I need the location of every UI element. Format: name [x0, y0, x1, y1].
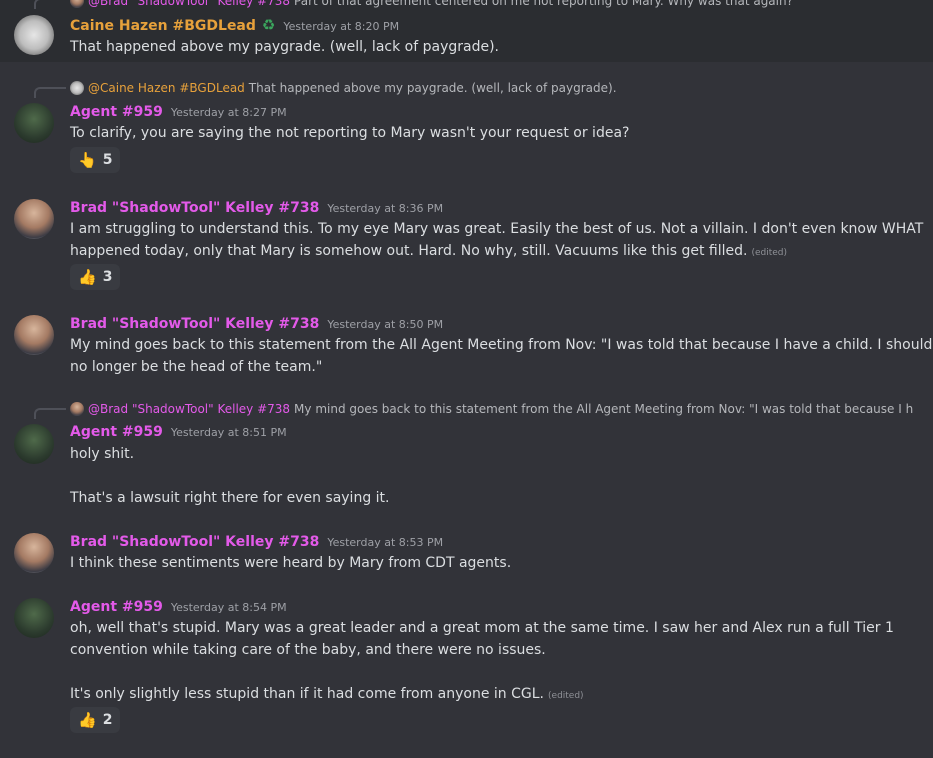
message-brad: Brad "ShadowTool" Kelley #738 Yesterday … — [0, 196, 933, 292]
edited-label: (edited) — [548, 691, 584, 701]
avatar[interactable] — [14, 315, 54, 355]
author-name[interactable]: Caine Hazen #BGDLead — [70, 18, 256, 34]
message-text-content: It's only slightly less stupid than if i… — [70, 686, 545, 702]
reply-author[interactable]: @Caine Hazen #BGDLead — [88, 81, 245, 95]
message-text: My mind goes back to this statement from… — [70, 337, 933, 353]
reply-preview[interactable]: @Caine Hazen #BGDLead That happened abov… — [70, 81, 617, 95]
author-name[interactable]: Brad "ShadowTool" Kelley #738 — [70, 200, 319, 216]
reply-preview[interactable]: @Brad "ShadowTool" Kelley #738 Part of t… — [70, 0, 793, 8]
reaction-count: 5 — [102, 152, 113, 168]
message-agent: @Caine Hazen #BGDLead That happened abov… — [0, 76, 933, 176]
author-name[interactable]: Brad "ShadowTool" Kelley #738 — [70, 316, 319, 332]
reaction-button[interactable]: 👍 3 — [70, 264, 121, 290]
message-text: I am struggling to understand this. To m… — [70, 221, 924, 237]
thumbs-up-emoji-icon: 👍 — [78, 710, 97, 729]
message-text: To clarify, you are saying the not repor… — [70, 125, 630, 141]
message-text-line2: happened today, only that Mary is someho… — [70, 240, 787, 264]
reply-connector — [34, 408, 66, 419]
reply-text: Part of that agreement centered on me no… — [294, 0, 793, 8]
timestamp: Yesterday at 8:54 PM — [170, 601, 287, 614]
message-text: oh, well that's stupid. Mary was a great… — [70, 620, 894, 636]
reply-text: That happened above my paygrade. (well, … — [248, 81, 617, 95]
message-agent: Agent #959 Yesterday at 8:54 PM oh, well… — [0, 595, 933, 745]
author-name[interactable]: Agent #959 — [70, 104, 163, 120]
reply-connector — [34, 87, 66, 98]
timestamp: Yesterday at 8:51 PM — [170, 426, 287, 439]
message-text-line3: It's only slightly less stupid than if i… — [70, 683, 584, 707]
recycle-badge-icon: ♻ — [261, 16, 276, 34]
author-name[interactable]: Brad "ShadowTool" Kelley #738 — [70, 534, 319, 550]
message-text-line2: That's a lawsuit right there for even sa… — [70, 490, 390, 506]
timestamp: Yesterday at 8:27 PM — [170, 106, 287, 119]
reply-avatar — [70, 402, 84, 416]
reply-author[interactable]: @Brad "ShadowTool" Kelley #738 — [88, 0, 290, 8]
reply-avatar — [70, 0, 84, 8]
reply-author[interactable]: @Brad "ShadowTool" Kelley #738 — [88, 402, 290, 416]
message-header: Agent #959 Yesterday at 8:54 PM — [70, 599, 287, 615]
message-caine: @Brad "ShadowTool" Kelley #738 Part of t… — [0, 0, 933, 62]
timestamp: Yesterday at 8:53 PM — [327, 536, 444, 549]
timestamp: Yesterday at 8:20 PM — [283, 20, 400, 33]
message-header: Brad "ShadowTool" Kelley #738 Yesterday … — [70, 534, 443, 550]
thumbs-up-emoji-icon: 👍 — [78, 267, 97, 286]
reply-connector — [34, 0, 66, 9]
author-name[interactable]: Agent #959 — [70, 599, 163, 615]
author-name[interactable]: Agent #959 — [70, 424, 163, 440]
timestamp: Yesterday at 8:36 PM — [327, 202, 444, 215]
message-header: Agent #959 Yesterday at 8:27 PM — [70, 104, 287, 120]
message-header: Brad "ShadowTool" Kelley #738 Yesterday … — [70, 200, 443, 216]
edited-label: (edited) — [751, 248, 788, 258]
avatar[interactable] — [14, 103, 54, 143]
reaction-count: 2 — [102, 712, 113, 728]
reply-avatar — [70, 81, 84, 95]
message-brad: Brad "ShadowTool" Kelley #738 Yesterday … — [0, 312, 933, 384]
message-text-content: happened today, only that Mary is someho… — [70, 243, 748, 259]
message-text: holy shit. — [70, 446, 135, 462]
message-text-line2: no longer be the head of the team." — [70, 359, 323, 375]
timestamp: Yesterday at 8:50 PM — [327, 318, 444, 331]
message-text-line2: convention while taking care of the baby… — [70, 642, 546, 658]
message-text: I think these sentiments were heard by M… — [70, 555, 512, 571]
reaction-button[interactable]: 👆 5 — [70, 147, 121, 173]
message-brad: Brad "ShadowTool" Kelley #738 Yesterday … — [0, 530, 933, 580]
avatar[interactable] — [14, 598, 54, 638]
message-header: Caine Hazen #BGDLead ♻ Yesterday at 8:20… — [70, 16, 399, 34]
avatar[interactable] — [14, 533, 54, 573]
avatar[interactable] — [14, 424, 54, 464]
avatar[interactable] — [14, 15, 54, 55]
reaction-count: 3 — [102, 269, 113, 285]
message-text: That happened above my paygrade. (well, … — [70, 39, 499, 55]
message-header: Brad "ShadowTool" Kelley #738 Yesterday … — [70, 316, 443, 332]
message-agent: @Brad "ShadowTool" Kelley #738 My mind g… — [0, 398, 933, 514]
message-header: Agent #959 Yesterday at 8:51 PM — [70, 424, 287, 440]
avatar[interactable] — [14, 199, 54, 239]
reply-preview[interactable]: @Brad "ShadowTool" Kelley #738 My mind g… — [70, 402, 913, 416]
point-up-emoji-icon: 👆 — [78, 150, 97, 169]
reaction-button[interactable]: 👍 2 — [70, 707, 121, 733]
reply-text: My mind goes back to this statement from… — [294, 402, 914, 416]
